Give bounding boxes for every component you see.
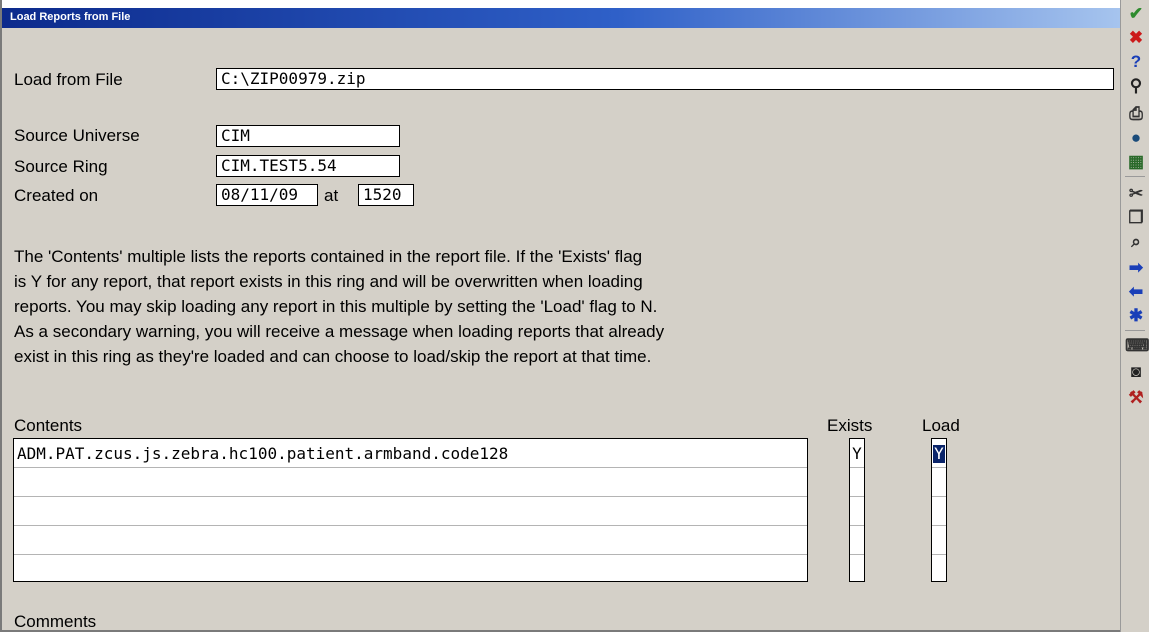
- tools-icon[interactable]: ⚒: [1125, 388, 1147, 408]
- help-question-icon[interactable]: ?: [1125, 52, 1147, 72]
- camera-icon[interactable]: ◙: [1125, 362, 1147, 382]
- exists-cell: [850, 526, 864, 555]
- source-universe-label: Source Universe: [14, 126, 140, 145]
- table-edit-icon[interactable]: ▦: [1125, 152, 1147, 172]
- comments-label: Comments: [14, 612, 97, 631]
- globe-icon[interactable]: ●: [1125, 128, 1147, 148]
- contents-label: Contents: [14, 416, 83, 435]
- exists-cell: [850, 555, 864, 584]
- copy-icon[interactable]: ❐: [1125, 208, 1147, 228]
- contents-row[interactable]: [14, 497, 807, 526]
- load-from-file-label: Load from File: [14, 70, 123, 89]
- exists-label: Exists: [827, 416, 873, 435]
- description-text: The 'Contents' multiple lists the report…: [14, 244, 664, 369]
- load-label: Load: [922, 416, 960, 435]
- asterisk-icon[interactable]: ✱: [1125, 306, 1147, 326]
- keyboard-icon[interactable]: ⌨: [1125, 336, 1149, 356]
- cancel-x-icon[interactable]: ✖: [1125, 28, 1147, 48]
- contents-row[interactable]: ADM.PAT.zcus.js.zebra.hc100.patient.armb…: [14, 439, 807, 468]
- description-line: is Y for any report, that report exists …: [14, 272, 643, 291]
- load-cell[interactable]: [932, 497, 946, 526]
- window-title: Load Reports from File: [10, 11, 131, 23]
- exists-cell: [850, 497, 864, 526]
- load-cell[interactable]: Y: [932, 439, 946, 468]
- load-column: Y: [931, 438, 947, 582]
- contents-row[interactable]: [14, 526, 807, 555]
- created-on-label: Created on: [14, 186, 99, 205]
- title-bar: Load Reports from File: [2, 8, 1120, 28]
- load-flag-selected[interactable]: Y: [933, 445, 945, 463]
- source-universe-field[interactable]: CIM: [216, 125, 400, 147]
- toolbar-separator: [1125, 330, 1145, 331]
- source-ring-field[interactable]: CIM.TEST5.54: [216, 155, 400, 177]
- binoculars-find-icon[interactable]: ⚲: [1125, 76, 1147, 96]
- cut-scissors-icon[interactable]: ✂: [1125, 184, 1147, 204]
- paste-icon[interactable]: ⌕: [1125, 232, 1147, 252]
- arrow-left-icon[interactable]: ⬅: [1125, 282, 1147, 302]
- created-at-label: at: [324, 186, 339, 205]
- load-cell[interactable]: [932, 526, 946, 555]
- top-strip: [2, 0, 1120, 8]
- arrow-right-icon[interactable]: ➡: [1125, 258, 1147, 278]
- contents-row[interactable]: [14, 468, 807, 497]
- exists-column: Y: [849, 438, 865, 582]
- description-line: exist in this ring as they're loaded and…: [14, 347, 652, 366]
- print-help-icon[interactable]: ⎙: [1125, 104, 1147, 124]
- load-cell[interactable]: [932, 555, 946, 584]
- ok-check-icon[interactable]: ✔: [1125, 4, 1147, 24]
- contents-row[interactable]: [14, 555, 807, 584]
- exists-cell: Y: [850, 439, 864, 468]
- load-from-file-field[interactable]: C:\ZIP00979.zip: [216, 68, 1114, 90]
- load-reports-window: Load Reports from File Load from File C:…: [0, 0, 1120, 632]
- source-ring-label: Source Ring: [14, 157, 108, 176]
- load-cell[interactable]: [932, 468, 946, 497]
- contents-list: ADM.PAT.zcus.js.zebra.hc100.patient.armb…: [13, 438, 808, 582]
- description-line: The 'Contents' multiple lists the report…: [14, 247, 643, 266]
- toolbar-separator: [1125, 176, 1145, 177]
- created-on-date-field[interactable]: 08/11/09: [216, 184, 318, 206]
- created-on-time-field[interactable]: 1520: [358, 184, 414, 206]
- description-line: reports. You may skip loading any report…: [14, 297, 658, 316]
- right-toolbar: ✔ ✖? ⚲ ⎙ ● ▦ ✂ ❐ ⌕ ➡ ⬅ ✱ ⌨ ◙ ⚒: [1120, 0, 1149, 632]
- exists-cell: [850, 468, 864, 497]
- description-line: As a secondary warning, you will receive…: [14, 322, 665, 341]
